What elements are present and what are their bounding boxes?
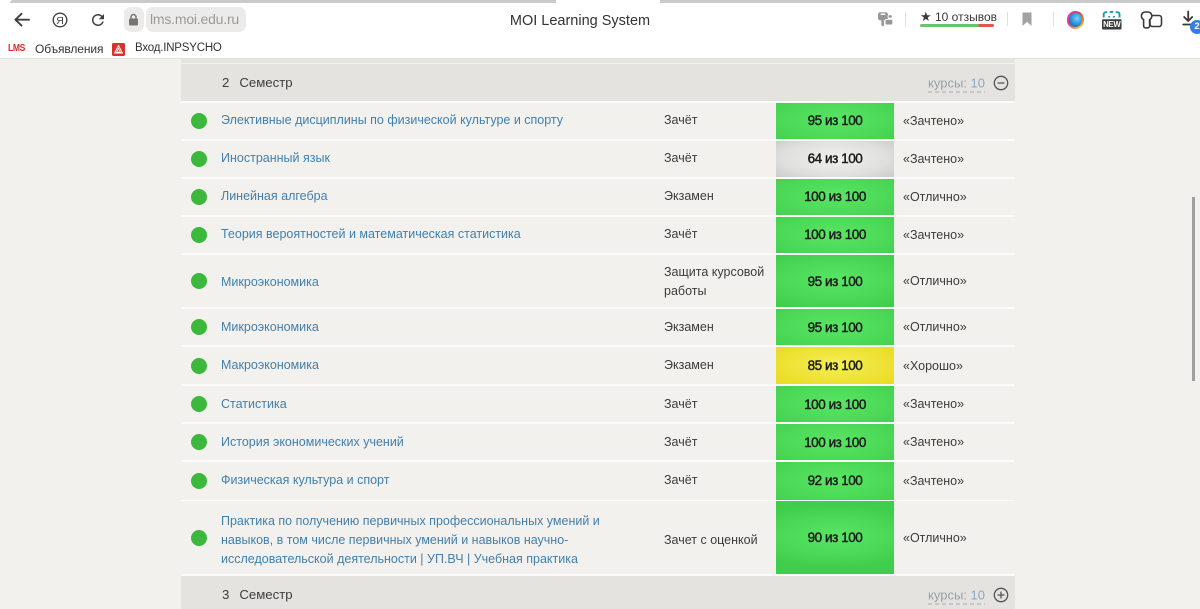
svg-text:Я: Я: [56, 15, 64, 27]
svg-text:NEW: NEW: [1103, 20, 1121, 29]
